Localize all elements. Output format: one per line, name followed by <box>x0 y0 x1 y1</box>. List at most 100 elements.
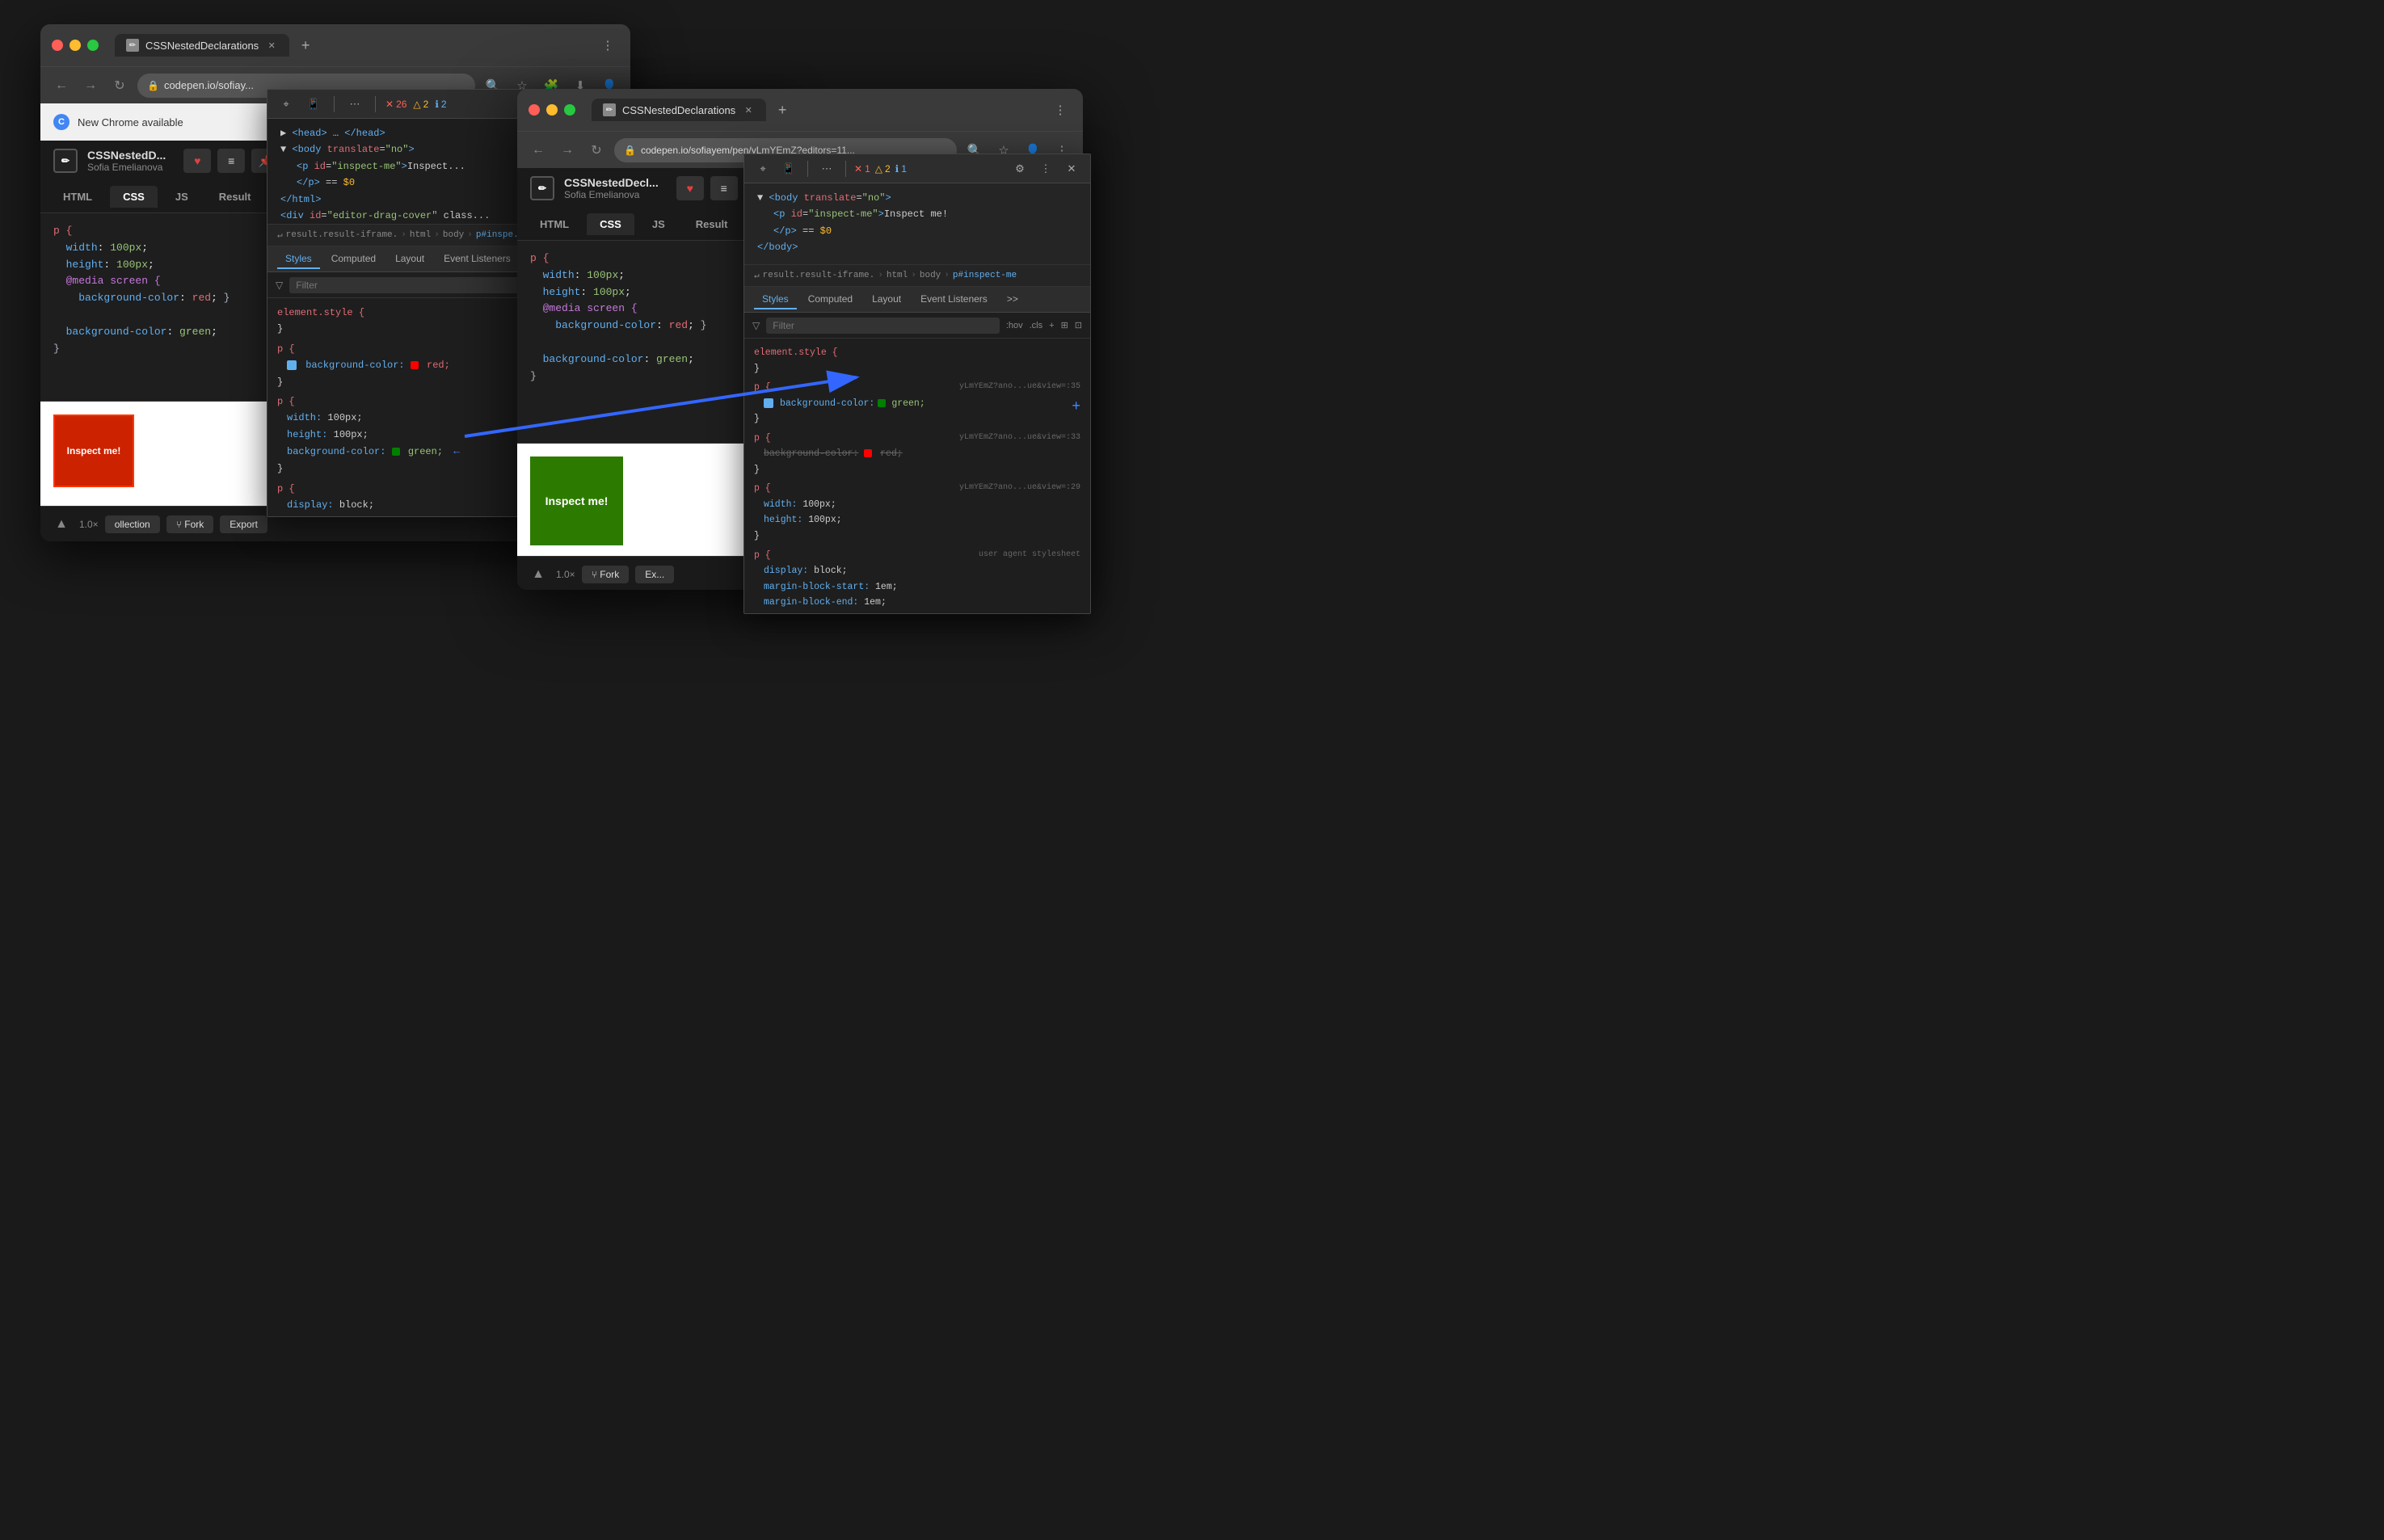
tab-bar-1: ✏ CSSNestedDeclarations ✕ + <box>115 34 588 57</box>
separator-3 <box>807 161 808 177</box>
dom2-line-3: </p> == $0 <box>757 223 1077 239</box>
collection-btn-1[interactable]: ollection <box>105 515 160 533</box>
styles-tab-active-1[interactable]: Styles <box>277 250 320 269</box>
active-tab-2[interactable]: ✏ CSSNestedDeclarations ✕ <box>592 99 766 121</box>
tab-js-2[interactable]: JS <box>639 213 678 235</box>
tab-js-1[interactable]: JS <box>162 186 201 208</box>
heart-button-2[interactable]: ♥ <box>676 176 704 200</box>
device-mode-icon-2[interactable]: 📱 <box>778 158 799 179</box>
info-icon-1: ℹ <box>435 99 439 110</box>
tab-result-1[interactable]: Result <box>206 186 264 208</box>
collapse-btn-2[interactable]: ▲ <box>527 563 550 586</box>
layout-tab-1[interactable]: Layout <box>387 250 432 269</box>
window-menu-2[interactable]: ⋮ <box>1049 99 1072 121</box>
add-rule-2[interactable]: + <box>1072 395 1080 420</box>
tab-css-2[interactable]: CSS <box>587 213 634 235</box>
filter-add-2[interactable]: + <box>1049 321 1054 330</box>
reload-button-2[interactable]: ↻ <box>585 139 608 162</box>
dom2-line-1: ▼ <body translate="no"> <box>757 190 1077 206</box>
checkbox-bg-red-1[interactable] <box>287 360 297 370</box>
new-tab-button-1[interactable]: + <box>294 34 317 57</box>
bc2-arrow: ↵ <box>754 270 760 281</box>
event-listeners-tab-2[interactable]: Event Listeners <box>912 290 996 309</box>
more-tabs-icon-2[interactable]: ⋯ <box>816 158 837 179</box>
new-tab-button-2[interactable]: + <box>771 99 794 121</box>
fork-btn-2[interactable]: ⑂ Fork <box>582 566 630 583</box>
view-button-2[interactable]: ≡ <box>710 176 738 200</box>
error-count-1: 26 <box>396 99 406 110</box>
zoom-label-1: 1.0× <box>79 519 99 530</box>
prop-mbe-2: margin-block-end: 1em; <box>754 595 1080 611</box>
active-tab-1[interactable]: ✏ CSSNestedDeclarations ✕ <box>115 34 289 57</box>
filter-layout-2[interactable]: ⊡ <box>1075 320 1082 330</box>
separator-1 <box>334 96 335 112</box>
error-icon-2: ✕ <box>854 163 862 175</box>
layout-tab-2[interactable]: Layout <box>864 290 909 309</box>
tab-css-1[interactable]: CSS <box>110 186 158 208</box>
maximize-button-2[interactable] <box>564 104 575 116</box>
codepen-actions-1: ♥ ≡ 📌 <box>183 149 279 173</box>
bc2-body[interactable]: body <box>920 271 941 280</box>
filter-input-2[interactable] <box>766 318 1000 334</box>
tab-html-1[interactable]: HTML <box>50 186 105 208</box>
filter-pseudo-2[interactable]: :hov <box>1006 321 1023 330</box>
rule-p-ua-2: p { user agent stylesheet display: block… <box>754 548 1080 613</box>
titlebar-1: ✏ CSSNestedDeclarations ✕ + ⋮ <box>40 24 630 66</box>
computed-tab-2[interactable]: Computed <box>800 290 861 309</box>
inspect-element-icon-2[interactable]: ⌖ <box>752 158 773 179</box>
bc-body[interactable]: body <box>443 230 464 240</box>
event-listeners-tab-1[interactable]: Event Listeners <box>436 250 519 269</box>
close-devtools-2[interactable]: ✕ <box>1061 158 1082 179</box>
error-count-2: 1 <box>865 163 870 175</box>
swatch-green-1 <box>392 448 400 456</box>
bc-arrow: ↵ <box>277 229 283 241</box>
close-button-2[interactable] <box>529 104 540 116</box>
codepen-title-2: CSSNestedDecl... <box>564 176 659 189</box>
fork-btn-1[interactable]: ⑂ Fork <box>166 515 214 533</box>
swatch-green-2 <box>878 399 886 407</box>
more-tabs-2[interactable]: >> <box>999 290 1026 309</box>
info-badge-2: ℹ 1 <box>895 163 907 175</box>
tab-html-2[interactable]: HTML <box>527 213 582 235</box>
bc-sep-2: › <box>434 230 440 240</box>
more-devtools-2[interactable]: ⋮ <box>1035 158 1056 179</box>
inspect-element-icon[interactable]: ⌖ <box>276 94 297 115</box>
filter-extra-2[interactable]: ⊞ <box>1061 320 1068 330</box>
info-icon-2: ℹ <box>895 163 899 175</box>
styles-tab-active-2[interactable]: Styles <box>754 290 797 309</box>
computed-tab-1[interactable]: Computed <box>323 250 384 269</box>
tab-close-2[interactable]: ✕ <box>742 103 755 116</box>
forward-button-2[interactable]: → <box>556 139 579 162</box>
bc2-element[interactable]: p#inspect-me <box>953 271 1017 280</box>
collapse-btn-1[interactable]: ▲ <box>50 513 73 536</box>
close-button-1[interactable] <box>52 40 63 51</box>
export-btn-2[interactable]: Ex... <box>635 566 674 583</box>
back-button-2[interactable]: ← <box>527 139 550 162</box>
bc-html[interactable]: html <box>410 230 431 240</box>
settings-devtools-2[interactable]: ⚙ <box>1009 158 1030 179</box>
inspect-box-red-1: Inspect me! <box>53 414 134 487</box>
back-button-1[interactable]: ← <box>50 74 73 97</box>
view-button-1[interactable]: ≡ <box>217 149 245 173</box>
minimize-button-2[interactable] <box>546 104 558 116</box>
tab-result-2[interactable]: Result <box>683 213 741 235</box>
bc2-iframe[interactable]: result.result-iframe. <box>763 271 875 280</box>
heart-button-1[interactable]: ♥ <box>183 149 211 173</box>
filter-cls-2[interactable]: .cls <box>1030 321 1043 330</box>
bc2-html[interactable]: html <box>887 271 908 280</box>
minimize-button-1[interactable] <box>69 40 81 51</box>
window-menu-1[interactable]: ⋮ <box>596 34 619 57</box>
device-mode-icon[interactable]: 📱 <box>303 94 324 115</box>
reload-button-1[interactable]: ↻ <box>108 74 131 97</box>
arrow-indicator-1: ← <box>453 445 460 457</box>
warn-count-2: 2 <box>885 163 891 175</box>
tab-close-1[interactable]: ✕ <box>265 39 278 52</box>
maximize-button-1[interactable] <box>87 40 99 51</box>
bc-iframe[interactable]: result.result-iframe. <box>286 230 398 240</box>
more-tabs-icon[interactable]: ⋯ <box>344 94 365 115</box>
tab-favicon-2: ✏ <box>603 103 616 116</box>
forward-button-1[interactable]: → <box>79 74 102 97</box>
export-btn-1[interactable]: Export <box>220 515 267 533</box>
info-count-2: 1 <box>901 163 907 175</box>
checkbox-bg-green-2[interactable] <box>764 398 773 408</box>
